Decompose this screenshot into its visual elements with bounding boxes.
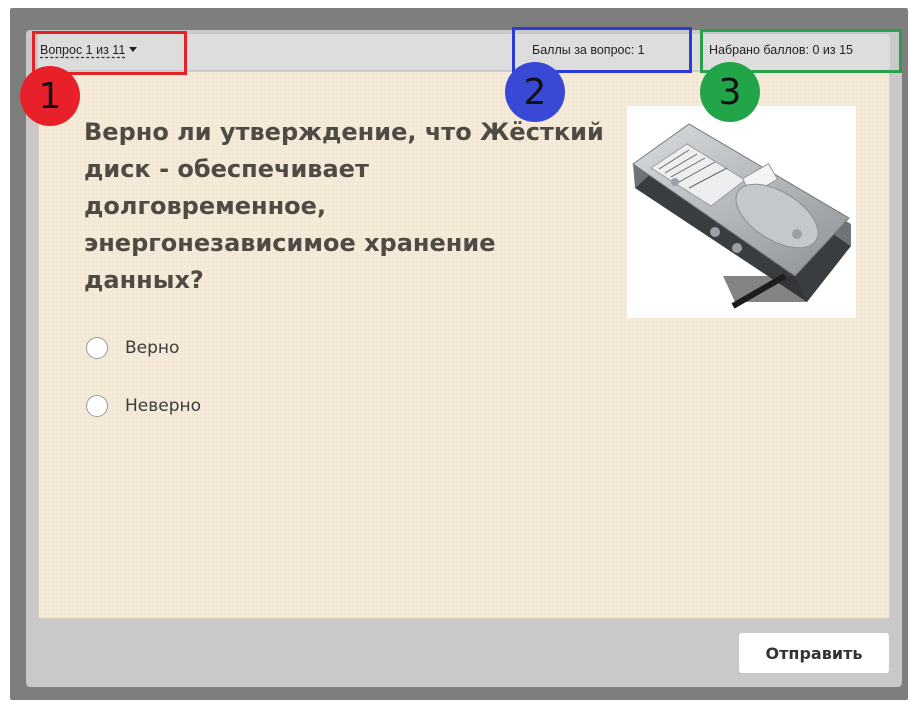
annotation-badge-2: 2 — [505, 62, 565, 122]
annotation-badge-3: 3 — [700, 62, 760, 122]
option-label: Неверно — [125, 396, 202, 416]
hard-drive-illustration — [632, 123, 851, 309]
radio-button[interactable] — [86, 337, 108, 359]
option-true[interactable]: Верно — [86, 337, 179, 359]
question-text: Верно ли утверждение, что Жёсткий диск -… — [84, 118, 604, 294]
hard-drive-image — [627, 106, 856, 318]
radio-button[interactable] — [86, 395, 108, 417]
option-false[interactable]: Неверно — [86, 395, 201, 417]
annotation-badge-1: 1 — [20, 66, 80, 126]
submit-button[interactable]: Отправить — [738, 632, 890, 674]
option-label: Верно — [125, 338, 180, 358]
